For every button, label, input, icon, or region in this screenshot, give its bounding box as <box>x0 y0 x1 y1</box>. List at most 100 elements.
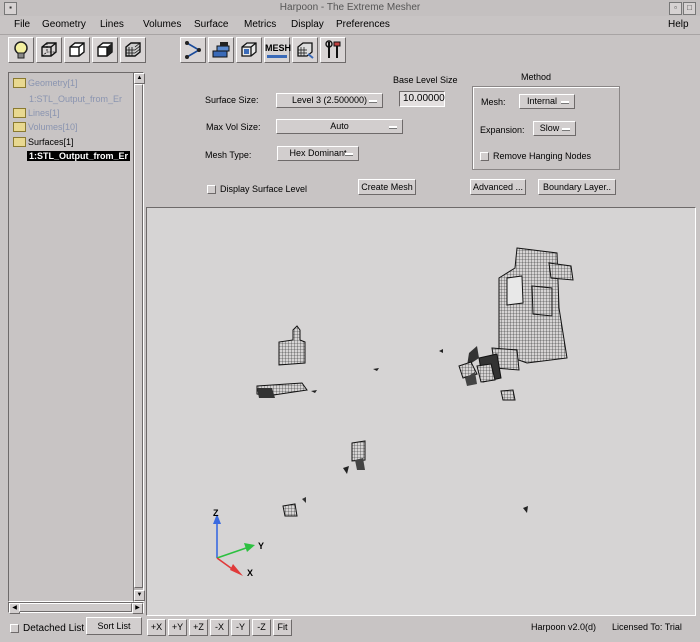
view-minus-y-button[interactable]: -Y <box>231 619 250 636</box>
dropdown-icon <box>561 101 569 104</box>
minimize-button[interactable]: ▫ <box>669 2 682 15</box>
scroll-thumb[interactable] <box>134 84 143 588</box>
scroll-right-arrow-icon[interactable]: ▶ <box>132 603 143 614</box>
folder-open-icon <box>13 136 26 147</box>
axis-y-label: Y <box>258 541 265 551</box>
dropdown-icon <box>369 100 377 103</box>
advanced-button[interactable]: Advanced ... <box>470 179 526 195</box>
scroll-up-arrow-icon[interactable]: ▲ <box>134 73 145 84</box>
volume-mesh-icon <box>297 42 314 59</box>
cube-solid-button[interactable] <box>92 37 118 63</box>
triangle-connect-button[interactable] <box>180 37 206 63</box>
detached-list-checkbox[interactable]: Detached List <box>10 623 84 634</box>
menu-preferences[interactable]: Preferences <box>336 19 390 30</box>
cube-solid-icon <box>97 42 113 57</box>
mesh-underline <box>267 55 287 58</box>
cube-mesh-button[interactable] <box>120 37 146 63</box>
mesh-button[interactable]: MESH <box>264 37 292 63</box>
expansion-label: Expansion: <box>480 125 525 135</box>
tools-icon <box>325 40 341 58</box>
tree-item-volumes[interactable]: Volumes[10] <box>13 121 78 133</box>
bulb-icon <box>14 41 28 59</box>
volume-mesh-button[interactable] <box>292 37 318 63</box>
boundary-layer-button[interactable]: Boundary Layer.. <box>538 179 616 195</box>
axis-z-label: Z <box>213 508 219 518</box>
box-mesh-icon <box>241 42 257 57</box>
menu-display[interactable]: Display <box>291 19 324 30</box>
mesh-part-left <box>256 325 379 398</box>
cube-outline-button[interactable] <box>64 37 90 63</box>
checkbox-icon <box>480 152 489 162</box>
view-minus-z-button[interactable]: -Z <box>252 619 271 636</box>
tree-horizontal-scrollbar[interactable]: ◀ ▶ <box>8 602 144 614</box>
tree-item-geometry-stl[interactable]: 1:STL_Output_from_Er <box>29 94 122 104</box>
tree-item-surfaces-stl[interactable]: 1:STL_Output_from_Er <box>27 151 131 161</box>
menu-surface[interactable]: Surface <box>194 19 228 30</box>
tree-item-lines[interactable]: Lines[1] <box>13 107 60 119</box>
method-mesh-label: Mesh: <box>481 97 506 107</box>
tree-vertical-scrollbar[interactable]: ▲ ▼ <box>133 72 145 602</box>
display-surface-checkbox[interactable]: Display Surface Level <box>207 184 307 195</box>
folder-icon <box>13 77 26 88</box>
cube-wireframe-button[interactable] <box>36 37 62 63</box>
tree-panel: Geometry[1] 1:STL_Output_from_Er Lines[1… <box>8 72 136 602</box>
scroll-down-arrow-icon[interactable]: ▼ <box>134 590 145 601</box>
create-mesh-button[interactable]: Create Mesh <box>358 179 416 195</box>
mesh-viewport[interactable]: Z Y X <box>146 207 696 616</box>
mesh-type-label: Mesh Type: <box>205 150 252 160</box>
maximize-button[interactable]: □ <box>683 2 696 15</box>
window-menu-button[interactable]: ▪ <box>4 2 17 15</box>
view-minus-x-button[interactable]: -X <box>210 619 229 636</box>
cube-wireframe-icon <box>41 42 57 57</box>
axis-triad <box>213 514 255 576</box>
menu-geometry[interactable]: Geometry <box>42 19 86 30</box>
view-fit-button[interactable]: Fit <box>273 619 292 636</box>
view-plus-x-button[interactable]: +X <box>147 619 166 636</box>
axis-x-label: X <box>247 568 254 578</box>
mesh-render <box>213 247 574 576</box>
checkbox-icon <box>10 623 19 633</box>
window-title: Harpoon - The Extreme Mesher <box>279 2 421 13</box>
triangle-connect-icon <box>185 41 201 59</box>
base-level-label: Base Level Size <box>393 75 458 85</box>
mesh-part-middle <box>282 440 528 517</box>
method-mesh-select[interactable]: Internal <box>519 94 575 109</box>
menu-volumes[interactable]: Volumes <box>143 19 181 30</box>
mesh-text-icon: MESH <box>265 43 292 53</box>
tree-item-surfaces[interactable]: Surfaces[1] <box>13 136 74 148</box>
folder-icon <box>13 121 26 132</box>
toolbar: MESH <box>0 35 700 67</box>
tools-button[interactable] <box>320 37 346 63</box>
view-plus-z-button[interactable]: +Z <box>189 619 208 636</box>
view-plus-y-button[interactable]: +Y <box>168 619 187 636</box>
remove-hanging-checkbox[interactable]: Remove Hanging Nodes <box>480 151 591 162</box>
window-title-bar: Harpoon - The Extreme Mesher ▪ ▫ □ <box>0 0 700 17</box>
menu-metrics[interactable]: Metrics <box>244 19 276 30</box>
menu-file[interactable]: File <box>14 19 30 30</box>
mesh-part-large <box>478 247 574 383</box>
version-text: Harpoon v2.0(d) <box>531 622 597 632</box>
dropdown-icon <box>389 126 397 129</box>
layers-button[interactable] <box>208 37 234 63</box>
license-text: Licensed To: Trial <box>612 622 682 632</box>
base-level-input[interactable]: 10.00000 <box>399 91 445 107</box>
layers-icon <box>212 42 230 58</box>
menu-help[interactable]: Help <box>668 19 689 30</box>
surface-size-select[interactable]: Level 3 (2.500000) <box>276 93 383 108</box>
hscroll-thumb[interactable] <box>19 603 132 612</box>
max-vol-label: Max Vol Size: <box>206 122 261 132</box>
box-mesh-button[interactable] <box>236 37 262 63</box>
tree-item-geometry[interactable]: Geometry[1] <box>13 77 78 89</box>
max-vol-select[interactable]: Auto <box>276 119 403 134</box>
cube-outline-icon <box>69 42 85 57</box>
menu-lines[interactable]: Lines <box>100 19 124 30</box>
sort-list-button[interactable]: Sort List <box>86 617 142 635</box>
surface-size-label: Surface Size: <box>205 95 259 105</box>
cube-mesh-icon <box>125 42 141 57</box>
dropdown-icon <box>345 153 353 156</box>
expansion-select[interactable]: Slow <box>533 121 576 136</box>
bulb-button[interactable] <box>8 37 34 63</box>
mesh-type-select[interactable]: Hex Dominant <box>277 146 359 161</box>
dropdown-icon <box>562 128 570 131</box>
method-title: Method <box>521 72 552 82</box>
